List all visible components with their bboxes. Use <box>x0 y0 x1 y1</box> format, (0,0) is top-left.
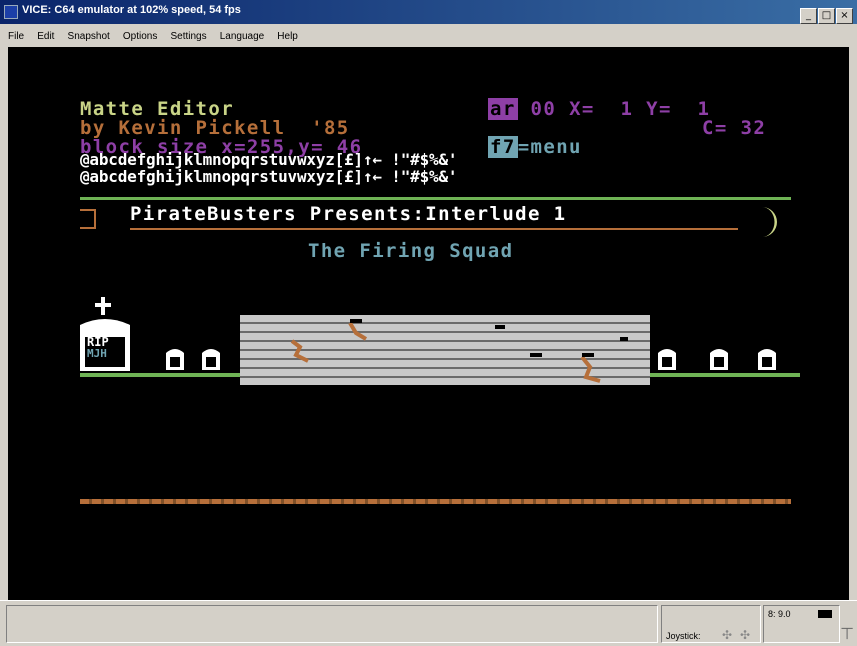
close-button[interactable]: × <box>836 8 853 24</box>
maximize-button[interactable]: □ <box>818 8 835 24</box>
resize-grip-icon[interactable]: ⊤ <box>840 624 854 643</box>
menu-language[interactable]: Language <box>220 31 265 42</box>
scene-subtitle: The Firing Squad <box>308 240 514 262</box>
menu-bar: File Edit Snapshot Options Settings Lang… <box>0 24 857 44</box>
drive-label: 8: 9.0 <box>768 609 791 619</box>
charset-row-2: @abcdefghijklmnopqrstuvwxyz[£]↑← !"#$%&' <box>80 167 458 186</box>
brick-wall <box>240 315 650 385</box>
x-label: X= <box>569 98 595 120</box>
vice-app-icon[interactable] <box>4 5 18 19</box>
menu-snapshot[interactable]: Snapshot <box>68 31 110 42</box>
menu-edit[interactable]: Edit <box>37 31 54 42</box>
graveyard-scene <box>80 297 800 385</box>
small-tombstones-right <box>658 349 776 370</box>
emulator-screen[interactable]: Matte Editor by Kevin Pickell '85 block … <box>8 47 849 600</box>
ar-badge: ar <box>488 98 518 120</box>
drive-status-pane: 8: 9.0 <box>763 605 840 643</box>
status-bar: Joystick: ✣ ✣ 8: 9.0 ⊤ <box>0 600 857 646</box>
joystick-pane: Joystick: ✣ ✣ <box>661 605 761 643</box>
banner-text: PirateBusters Presents:Interlude 1 <box>130 203 567 225</box>
menu-help[interactable]: Help <box>277 31 298 42</box>
menu-options[interactable]: Options <box>123 31 157 42</box>
c-value: 32 <box>740 117 767 139</box>
menu-settings[interactable]: Settings <box>170 31 206 42</box>
window-controls: _ □ × <box>799 3 853 24</box>
x-value: 1 <box>620 98 634 120</box>
y-label: Y= <box>646 98 672 120</box>
menu-file[interactable]: File <box>8 31 24 42</box>
color-readout: C= 32 <box>702 117 766 139</box>
moon-icon <box>762 207 777 237</box>
ar-value: 00 <box>530 98 557 120</box>
f7-key-badge: f7 <box>488 136 518 158</box>
small-tombstones-left <box>166 349 220 370</box>
status-message-pane <box>6 605 658 643</box>
green-divider <box>80 197 791 200</box>
menu-hint: f7 =menu <box>488 136 582 158</box>
coord-readout: ar 00 X= 1 Y= 1 <box>488 98 710 120</box>
drive-led-icon <box>818 610 832 618</box>
window-title: VICE: C64 emulator at 102% speed, 54 fps <box>22 4 241 16</box>
c-label: C= <box>702 117 728 139</box>
tombstone-initials: MJH <box>87 347 107 360</box>
menu-hint-label: =menu <box>517 136 582 158</box>
banner-underline <box>130 228 738 230</box>
cursor-bracket <box>80 209 96 229</box>
joystick-port2-icon: ✣ <box>740 628 751 642</box>
minimize-button[interactable]: _ <box>800 8 817 24</box>
brown-dashed-line <box>80 499 791 504</box>
joystick-port1-icon: ✣ <box>722 628 733 642</box>
joystick-label: Joystick: <box>666 631 701 641</box>
title-bar: VICE: C64 emulator at 102% speed, 54 fps… <box>0 0 857 24</box>
